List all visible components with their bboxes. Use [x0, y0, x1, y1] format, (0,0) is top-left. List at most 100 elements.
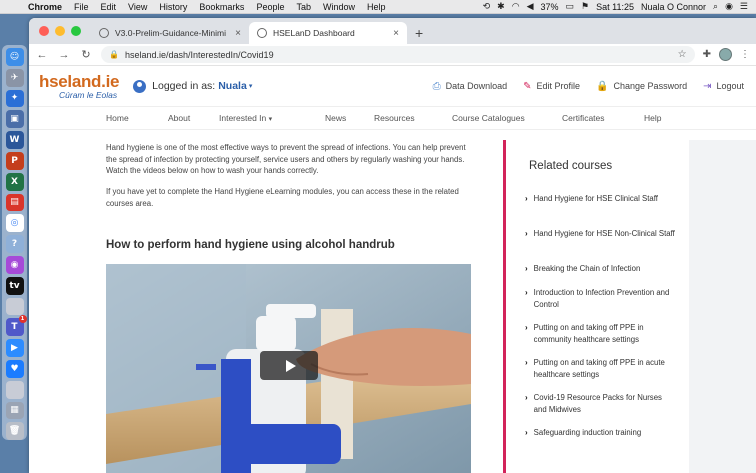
related-course-item[interactable]: › Hand Hygiene for HSE Clinical Staff	[525, 193, 675, 205]
play-button[interactable]	[260, 351, 318, 380]
powerpoint-icon[interactable]: P	[5, 151, 24, 170]
related-course-item[interactable]: › Safeguarding induction training	[525, 427, 675, 439]
finder-icon[interactable]: ☺	[5, 48, 24, 66]
main-column: Hand hygiene is one of the most effectiv…	[29, 140, 503, 473]
teams-badge: 1	[18, 315, 27, 324]
spacer-icon	[5, 297, 24, 316]
lock-icon[interactable]: 🔒	[109, 50, 119, 59]
close-tab-icon[interactable]: ×	[393, 28, 399, 39]
teams-icon[interactable]: T1	[5, 315, 27, 337]
safari-icon[interactable]: ✦	[5, 89, 24, 108]
chevron-down-icon[interactable]: ▾	[249, 82, 253, 90]
hseland-logo[interactable]: hseland.ie Cúram le Eolas	[39, 73, 119, 100]
reload-icon[interactable]: ↻	[79, 48, 93, 61]
menu-help[interactable]: Help	[361, 2, 392, 12]
extensions-icon[interactable]: ✚	[703, 49, 711, 60]
podcasts-icon[interactable]: ◉	[5, 255, 24, 274]
related-courses-title: Related courses	[529, 160, 613, 172]
nav-resources[interactable]: Resources	[374, 113, 452, 123]
section-title: How to perform hand hygiene using alcoho…	[106, 239, 395, 251]
related-course-item[interactable]: › Hand Hygiene for HSE Non-Clinical Staff	[525, 228, 675, 240]
menu-window[interactable]: Window	[317, 2, 361, 12]
flag-icon[interactable]: ⚑	[581, 1, 589, 12]
change-password-label: Change Password	[613, 81, 688, 91]
tab-title: HSELanD Dashboard	[273, 28, 355, 38]
chevron-right-icon: ›	[525, 358, 528, 367]
change-password-link[interactable]: 🔒 Change Password	[596, 81, 687, 92]
forward-icon[interactable]: →	[57, 49, 71, 61]
menu-history[interactable]: History	[153, 2, 193, 12]
menu-people[interactable]: People	[250, 2, 290, 12]
related-course-item[interactable]: › Covid-19 Resource Packs for Nurses and …	[525, 392, 675, 416]
profile-avatar[interactable]	[719, 48, 732, 61]
battery-icon[interactable]: ▭	[566, 1, 575, 12]
volume-icon[interactable]: ◀	[527, 1, 534, 12]
nav-interested-in[interactable]: Interested In ▾	[219, 113, 325, 123]
notification-center-icon[interactable]: ☰	[740, 1, 748, 12]
related-course-label: Introduction to Infection Prevention and…	[533, 288, 670, 309]
intro-paragraph: Hand hygiene is one of the most effectiv…	[106, 143, 466, 175]
header-links: ⎙ Data Download ✎ Edit Profile 🔒 Change …	[433, 81, 756, 92]
menu-bookmarks[interactable]: Bookmarks	[193, 2, 250, 12]
spotlight-search-icon[interactable]: ⌕	[713, 1, 718, 12]
menu-tab[interactable]: Tab	[290, 2, 317, 12]
bluetooth-icon[interactable]: ✱	[497, 1, 505, 12]
bookmark-star-icon[interactable]: ☆	[678, 49, 687, 60]
tab-dashboard[interactable]: HSELanD Dashboard ×	[249, 22, 407, 44]
chrome-icon[interactable]: ◎	[5, 214, 24, 233]
back-icon[interactable]: ←	[35, 49, 49, 61]
chevron-right-icon: ›	[525, 194, 528, 203]
minimize-window-icon[interactable]	[55, 26, 65, 36]
video-player[interactable]	[106, 264, 471, 473]
nav-home[interactable]: Home	[106, 113, 168, 123]
nav-help[interactable]: Help	[644, 113, 661, 123]
lock-icon: 🔒	[596, 80, 609, 92]
help-icon[interactable]: ?	[5, 235, 24, 253]
related-course-item[interactable]: › Introduction to Infection Prevention an…	[525, 287, 675, 311]
edit-profile-link[interactable]: ✎ Edit Profile	[523, 81, 580, 92]
menubar-clock[interactable]: Sat 11:25	[596, 2, 634, 12]
close-window-icon[interactable]	[39, 26, 49, 36]
menu-file[interactable]: File	[68, 2, 95, 12]
address-bar[interactable]: 🔒 hseland.ie/dash/InterestedIn/Covid19 ☆	[101, 46, 695, 63]
related-course-item[interactable]: › Breaking the Chain of Infection	[525, 263, 675, 275]
zoom-window-icon[interactable]	[71, 26, 81, 36]
more-menu-icon[interactable]: ⋮	[740, 49, 750, 60]
apple-tv-icon[interactable]: tv	[5, 276, 24, 295]
time-machine-icon[interactable]: ⟲	[483, 1, 491, 12]
nav-news[interactable]: News	[325, 113, 374, 123]
siri-icon[interactable]: ◉	[725, 1, 733, 12]
zoom-icon[interactable]: ▶	[5, 339, 24, 357]
pencil-icon: ✎	[523, 80, 532, 92]
downloads-folder-icon[interactable]: ▦	[5, 401, 24, 420]
trash-icon[interactable]: 🗑	[5, 422, 24, 441]
menu-app-name[interactable]: Chrome	[22, 2, 68, 12]
logout-link[interactable]: ⇥ Logout	[703, 81, 744, 92]
close-tab-icon[interactable]: ×	[235, 28, 241, 39]
browser-toolbar: ← → ↻ 🔒 hseland.ie/dash/InterestedIn/Cov…	[29, 44, 756, 66]
tab-guidance[interactable]: V3.0-Prelim-Guidance-Minimi ×	[91, 22, 249, 44]
related-course-item[interactable]: › Putting on and taking off PPE in commun…	[525, 322, 675, 346]
site-header: hseland.ie Cúram le Eolas Logged in as: …	[29, 66, 756, 106]
menubar-user[interactable]: Nuala O Connor	[641, 2, 706, 12]
preview-icon[interactable]: ▣	[5, 110, 24, 129]
data-download-link[interactable]: ⎙ Data Download	[433, 81, 508, 92]
nav-certificates[interactable]: Certificates	[562, 113, 644, 123]
wifi-icon[interactable]: ◠	[512, 1, 520, 12]
launchpad-icon[interactable]: ✈	[5, 68, 24, 87]
menu-view[interactable]: View	[122, 2, 153, 12]
user-menu-name[interactable]: Nuala	[218, 80, 247, 92]
menu-edit[interactable]: Edit	[95, 2, 123, 12]
signal-icon[interactable]: ♥	[5, 359, 24, 378]
excel-icon[interactable]: X	[5, 172, 24, 191]
calendar-icon[interactable]: ▤	[5, 193, 24, 212]
nav-about[interactable]: About	[168, 113, 219, 123]
new-tab-button[interactable]: +	[407, 22, 431, 44]
nav-course-catalogues[interactable]: Course Catalogues	[452, 113, 562, 123]
chevron-right-icon: ›	[525, 428, 528, 437]
login-status: Logged in as: Nuala ▾	[133, 79, 253, 93]
content-area: Hand hygiene is one of the most effectiv…	[29, 140, 756, 473]
word-icon[interactable]: W	[5, 131, 24, 149]
related-course-item[interactable]: › Putting on and taking off PPE in acute …	[525, 357, 675, 381]
logged-in-label: Logged in as:	[152, 80, 216, 92]
